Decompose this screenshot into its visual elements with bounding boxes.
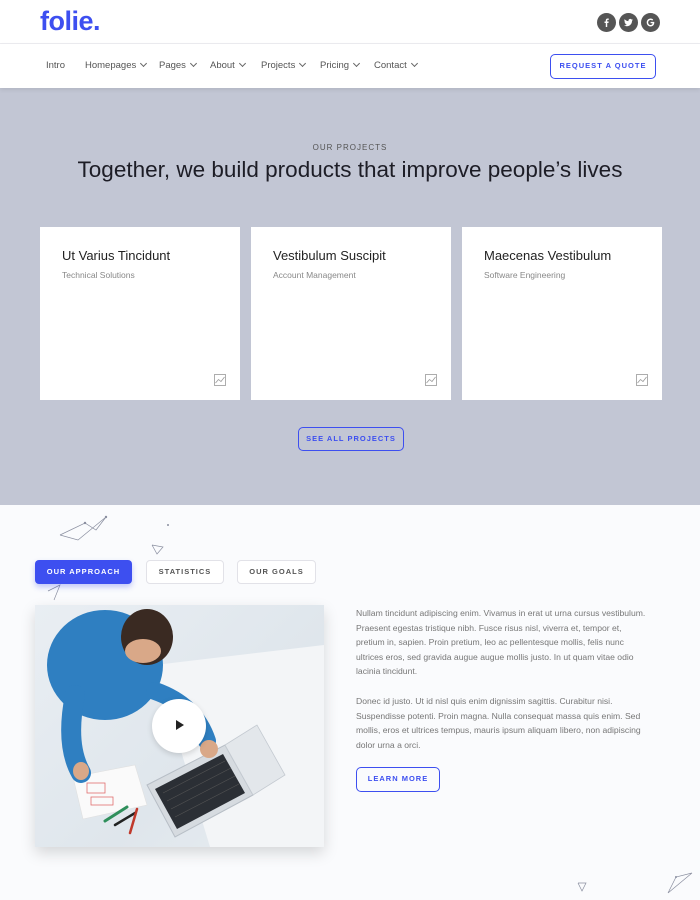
project-card-subtitle: Software Engineering: [484, 270, 566, 280]
project-card[interactable]: Vestibulum Suscipit Account Management: [251, 227, 451, 400]
chart-icon: [636, 374, 648, 386]
tab-our-approach[interactable]: OUR APPROACH: [35, 560, 132, 584]
twitter-icon[interactable]: [619, 13, 638, 32]
nav-item-label: Contact: [374, 60, 407, 71]
project-card-subtitle: Account Management: [273, 270, 356, 280]
chevron-down-icon: [410, 59, 418, 68]
approach-paragraph: Donec id justo. Ut id nisl quis enim dig…: [356, 696, 641, 750]
nav-item-about[interactable]: About: [210, 59, 246, 71]
nav-item-projects[interactable]: Projects: [261, 59, 307, 71]
approach-paragraph: Nullam tincidunt adipiscing enim. Vivamu…: [356, 608, 646, 676]
see-all-projects-button[interactable]: SEE ALL PROJECTS: [298, 427, 404, 451]
project-card-title: Vestibulum Suscipit: [273, 248, 386, 263]
google-icon[interactable]: [641, 13, 660, 32]
request-quote-button[interactable]: REQUEST A QUOTE: [550, 54, 656, 79]
approach-section: OUR APPROACH STATISTICS OUR GOALS Nullam…: [0, 505, 700, 900]
nav-item-contact[interactable]: Contact: [374, 59, 418, 71]
nav-item-label: About: [210, 60, 235, 71]
play-button[interactable]: [152, 699, 206, 753]
nav-item-intro[interactable]: Intro: [46, 60, 65, 71]
chevron-down-icon: [299, 59, 307, 68]
project-card-subtitle: Technical Solutions: [62, 270, 135, 280]
nav-item-pricing[interactable]: Pricing: [320, 59, 361, 71]
chevron-down-icon: [140, 59, 148, 68]
main-navigation: Intro Homepages Pages About Projects Pri…: [0, 44, 700, 88]
project-card-title: Ut Varius Tincidunt: [62, 248, 171, 263]
site-logo[interactable]: folie.: [40, 6, 101, 37]
nav-item-label: Projects: [261, 60, 296, 71]
nav-item-pages[interactable]: Pages: [159, 59, 197, 71]
project-card[interactable]: Ut Varius Tincidunt Technical Solutions: [40, 227, 240, 400]
section-headline: Together, we build products that improve…: [77, 157, 623, 182]
chevron-down-icon: [189, 59, 197, 68]
learn-more-button[interactable]: LEARN MORE: [356, 767, 440, 792]
nav-item-label: Pages: [159, 60, 186, 71]
nav-item-label: Pricing: [320, 60, 350, 71]
play-icon: [176, 720, 184, 730]
chart-icon: [214, 374, 226, 386]
chevron-down-icon: [238, 59, 246, 68]
approach-video-thumbnail[interactable]: [35, 605, 324, 847]
chart-icon: [425, 374, 437, 386]
tab-our-goals[interactable]: OUR GOALS: [237, 560, 316, 584]
section-eyebrow: OUR PROJECTS: [312, 143, 388, 152]
nav-item-homepages[interactable]: Homepages: [85, 59, 148, 71]
nav-item-label: Homepages: [85, 60, 137, 71]
facebook-icon[interactable]: [597, 13, 616, 32]
nav-item-label: Intro: [46, 60, 66, 71]
chevron-down-icon: [353, 59, 361, 68]
project-card-title: Maecenas Vestibulum: [484, 248, 612, 263]
project-card[interactable]: Maecenas Vestibulum Software Engineering: [462, 227, 662, 400]
header-topbar: folie.: [0, 0, 700, 44]
projects-section: OUR PROJECTS Together, we build products…: [0, 88, 700, 505]
tab-statistics[interactable]: STATISTICS: [146, 560, 224, 584]
